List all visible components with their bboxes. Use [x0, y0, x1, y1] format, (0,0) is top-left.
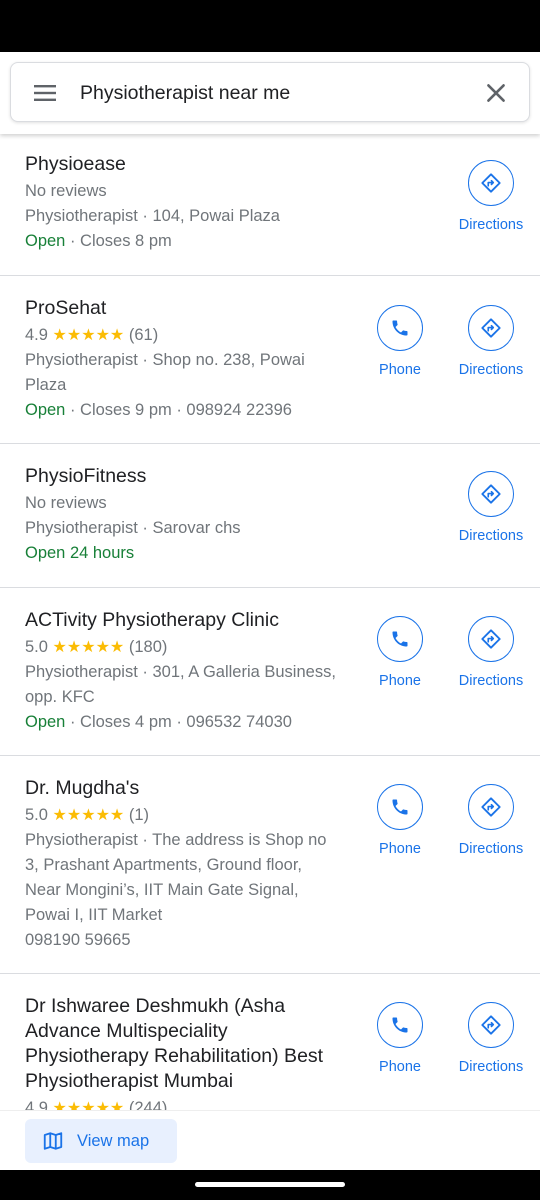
directions-icon	[481, 629, 501, 649]
directions-icon	[481, 797, 501, 817]
rating-value: 4.9	[25, 1099, 48, 1110]
review-count: (61)	[128, 326, 159, 344]
hours-line: Open · Closes 8 pm	[25, 229, 360, 254]
phone-icon	[392, 631, 408, 647]
directions-label: Directions	[458, 673, 524, 689]
open-status: Open	[25, 232, 66, 250]
hours-detail: · Closes 4 pm · 096532 74030	[65, 713, 292, 731]
directions-button[interactable]: Directions	[451, 784, 531, 858]
address-line: Physiotherapist · 104, Powai Plaza	[25, 207, 280, 225]
directions-button[interactable]: Directions	[451, 160, 531, 234]
address-line: Physiotherapist · The address is Shop no	[25, 831, 327, 849]
phone-button[interactable]: Phone	[360, 305, 440, 379]
rating-line: 4.9 ★★★★★ (244)	[25, 1096, 340, 1110]
rating-value: 4.9	[25, 326, 48, 344]
review-count: (1)	[128, 806, 150, 824]
address-line: Powai I, IIT Market	[25, 906, 163, 924]
place-name[interactable]: PhysioFitness	[25, 464, 360, 489]
review-count: (180)	[128, 638, 168, 656]
phone-icon	[392, 320, 408, 336]
place-name-line[interactable]: Physiotherapy Rehabilitation) Best	[25, 1044, 340, 1069]
home-indicator[interactable]	[195, 1182, 345, 1187]
address-line: 3, Prashant Apartments, Ground floor,	[25, 856, 302, 874]
star-rating: ★★★★★	[52, 327, 125, 344]
directions-icon	[481, 1015, 501, 1035]
directions-label: Directions	[458, 217, 524, 233]
search-header: Physiotherapist near me	[0, 52, 540, 134]
address-line: Physiotherapist · 301, A Galleria Busine…	[25, 663, 336, 681]
result-item[interactable]: PhysioFitness No reviews Physiotherapist…	[0, 444, 540, 588]
rating-line: 4.9 ★★★★★ (61)	[25, 323, 360, 348]
results-list: Physioease No reviews Physiotherapist · …	[0, 134, 540, 1110]
directions-icon	[481, 173, 501, 193]
rating-value: 5.0	[25, 638, 48, 656]
search-input[interactable]: Physiotherapist near me	[80, 80, 290, 106]
search-box[interactable]: Physiotherapist near me	[10, 62, 530, 122]
rating-text: No reviews	[25, 182, 107, 200]
directions-button[interactable]: Directions	[451, 616, 531, 690]
directions-icon	[481, 318, 501, 338]
hours-line: Open 24 hours	[25, 541, 360, 566]
directions-label: Directions	[458, 1059, 524, 1075]
address-line: Physiotherapist · Sarovar chs	[25, 519, 241, 537]
place-name[interactable]: Physioease	[25, 152, 360, 177]
open-status: Open 24 hours	[25, 544, 135, 562]
phone-button[interactable]: Phone	[360, 616, 440, 690]
address-line: opp. KFC	[25, 688, 95, 706]
place-name-line[interactable]: Dr Ishwaree Deshmukh (Asha	[25, 994, 340, 1019]
address-line: Plaza	[25, 376, 67, 394]
hours-line: Open · Closes 9 pm · 098924 22396	[25, 398, 360, 423]
place-name-line[interactable]: Advance Multispeciality	[25, 1019, 340, 1044]
phone-icon	[392, 799, 408, 815]
rating-value: 5.0	[25, 806, 48, 824]
place-name[interactable]: Dr. Mugdha's	[25, 776, 360, 801]
place-name[interactable]: ACTivity Physiotherapy Clinic	[25, 608, 360, 633]
view-map-button[interactable]: View map	[25, 1119, 177, 1163]
directions-button[interactable]: Directions	[451, 305, 531, 379]
directions-button[interactable]: Directions	[451, 471, 531, 545]
result-item[interactable]: Dr. Mugdha's 5.0 ★★★★★ (1) Physiotherapi…	[0, 756, 540, 974]
rating-text: No reviews	[25, 494, 107, 512]
phone-button[interactable]: Phone	[360, 784, 440, 858]
status-bar	[0, 0, 540, 52]
open-status: Open	[25, 401, 66, 419]
directions-button[interactable]: Directions	[451, 1002, 531, 1076]
close-icon[interactable]	[483, 80, 509, 106]
address-line: Physiotherapist · Shop no. 238, Powai	[25, 351, 305, 369]
phone-label: Phone	[379, 362, 421, 378]
hours-detail: · Closes 9 pm · 098924 22396	[65, 401, 292, 419]
rating-line: 5.0 ★★★★★ (180)	[25, 635, 360, 660]
place-name[interactable]: ProSehat	[25, 296, 360, 321]
phone-label: Phone	[379, 841, 421, 857]
menu-icon[interactable]	[33, 81, 57, 105]
phone-number: 098190 59665	[25, 931, 131, 949]
system-nav-bar	[0, 1170, 540, 1200]
directions-icon	[481, 484, 501, 504]
result-item[interactable]: ACTivity Physiotherapy Clinic 5.0 ★★★★★ …	[0, 588, 540, 756]
star-rating: ★★★★★	[52, 1100, 125, 1110]
open-status: Open	[25, 713, 66, 731]
phone-label: Phone	[379, 1059, 421, 1075]
directions-label: Directions	[458, 841, 524, 857]
hours-detail: · Closes 8 pm	[65, 232, 172, 250]
rating-line: 5.0 ★★★★★ (1)	[25, 803, 360, 828]
place-name-line[interactable]: Physiotherapist Mumbai	[25, 1069, 340, 1094]
star-rating: ★★★★★	[52, 807, 125, 824]
bottom-bar: View map	[0, 1110, 540, 1170]
directions-label: Directions	[458, 362, 524, 378]
phone-icon	[392, 1017, 408, 1033]
result-item[interactable]: Physioease No reviews Physiotherapist · …	[0, 134, 540, 276]
address-line: Near Mongini’s, IIT Main Gate Signal,	[25, 881, 299, 899]
hours-line: Open · Closes 4 pm · 096532 74030	[25, 710, 360, 735]
view-map-label: View map	[77, 1131, 150, 1150]
result-item[interactable]: ProSehat 4.9 ★★★★★ (61) Physiotherapist …	[0, 276, 540, 444]
result-item[interactable]: Dr Ishwaree Deshmukh (Asha Advance Multi…	[0, 974, 540, 1110]
review-count: (244)	[128, 1099, 168, 1110]
map-icon	[43, 1132, 63, 1150]
star-rating: ★★★★★	[52, 639, 125, 656]
directions-label: Directions	[458, 528, 524, 544]
phone-label: Phone	[379, 673, 421, 689]
phone-button[interactable]: Phone	[360, 1002, 440, 1076]
